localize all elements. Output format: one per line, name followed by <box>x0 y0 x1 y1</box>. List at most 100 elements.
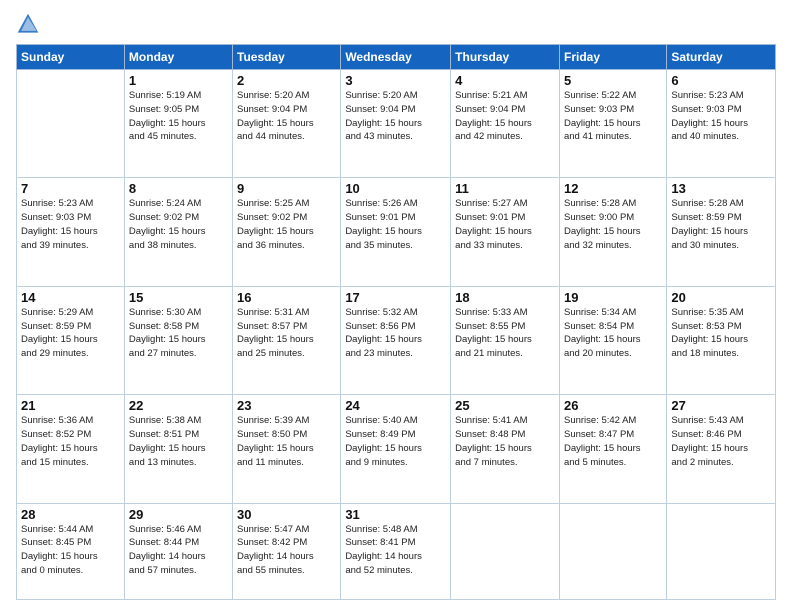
day-number: 25 <box>455 398 555 413</box>
calendar-cell: 8Sunrise: 5:24 AMSunset: 9:02 PMDaylight… <box>124 178 232 286</box>
logo <box>16 12 44 36</box>
day-info: Sunrise: 5:38 AMSunset: 8:51 PMDaylight:… <box>129 414 228 469</box>
day-number: 8 <box>129 181 228 196</box>
calendar-cell: 20Sunrise: 5:35 AMSunset: 8:53 PMDayligh… <box>667 286 776 394</box>
day-info: Sunrise: 5:47 AMSunset: 8:42 PMDaylight:… <box>237 523 336 578</box>
day-number: 15 <box>129 290 228 305</box>
day-info: Sunrise: 5:21 AMSunset: 9:04 PMDaylight:… <box>455 89 555 144</box>
calendar-cell: 3Sunrise: 5:20 AMSunset: 9:04 PMDaylight… <box>341 70 451 178</box>
calendar-cell: 6Sunrise: 5:23 AMSunset: 9:03 PMDaylight… <box>667 70 776 178</box>
calendar-cell <box>559 503 666 599</box>
weekday-header-thursday: Thursday <box>451 45 560 70</box>
day-number: 21 <box>21 398 120 413</box>
weekday-header-wednesday: Wednesday <box>341 45 451 70</box>
calendar-week-row: 14Sunrise: 5:29 AMSunset: 8:59 PMDayligh… <box>17 286 776 394</box>
day-info: Sunrise: 5:26 AMSunset: 9:01 PMDaylight:… <box>345 197 446 252</box>
calendar-week-row: 28Sunrise: 5:44 AMSunset: 8:45 PMDayligh… <box>17 503 776 599</box>
day-info: Sunrise: 5:40 AMSunset: 8:49 PMDaylight:… <box>345 414 446 469</box>
calendar-week-row: 21Sunrise: 5:36 AMSunset: 8:52 PMDayligh… <box>17 395 776 503</box>
calendar-cell: 4Sunrise: 5:21 AMSunset: 9:04 PMDaylight… <box>451 70 560 178</box>
day-number: 31 <box>345 507 446 522</box>
day-number: 1 <box>129 73 228 88</box>
day-number: 11 <box>455 181 555 196</box>
day-number: 2 <box>237 73 336 88</box>
weekday-header-row: SundayMondayTuesdayWednesdayThursdayFrid… <box>17 45 776 70</box>
calendar-cell: 22Sunrise: 5:38 AMSunset: 8:51 PMDayligh… <box>124 395 232 503</box>
calendar-cell: 17Sunrise: 5:32 AMSunset: 8:56 PMDayligh… <box>341 286 451 394</box>
day-info: Sunrise: 5:34 AMSunset: 8:54 PMDaylight:… <box>564 306 662 361</box>
calendar-cell: 31Sunrise: 5:48 AMSunset: 8:41 PMDayligh… <box>341 503 451 599</box>
day-info: Sunrise: 5:19 AMSunset: 9:05 PMDaylight:… <box>129 89 228 144</box>
day-info: Sunrise: 5:25 AMSunset: 9:02 PMDaylight:… <box>237 197 336 252</box>
weekday-header-monday: Monday <box>124 45 232 70</box>
day-info: Sunrise: 5:36 AMSunset: 8:52 PMDaylight:… <box>21 414 120 469</box>
day-number: 24 <box>345 398 446 413</box>
day-number: 16 <box>237 290 336 305</box>
day-info: Sunrise: 5:35 AMSunset: 8:53 PMDaylight:… <box>671 306 771 361</box>
calendar-cell: 10Sunrise: 5:26 AMSunset: 9:01 PMDayligh… <box>341 178 451 286</box>
calendar-cell: 18Sunrise: 5:33 AMSunset: 8:55 PMDayligh… <box>451 286 560 394</box>
day-info: Sunrise: 5:44 AMSunset: 8:45 PMDaylight:… <box>21 523 120 578</box>
day-number: 20 <box>671 290 771 305</box>
day-info: Sunrise: 5:20 AMSunset: 9:04 PMDaylight:… <box>237 89 336 144</box>
day-number: 6 <box>671 73 771 88</box>
day-number: 4 <box>455 73 555 88</box>
day-info: Sunrise: 5:24 AMSunset: 9:02 PMDaylight:… <box>129 197 228 252</box>
day-number: 19 <box>564 290 662 305</box>
day-info: Sunrise: 5:42 AMSunset: 8:47 PMDaylight:… <box>564 414 662 469</box>
day-number: 23 <box>237 398 336 413</box>
calendar-cell: 19Sunrise: 5:34 AMSunset: 8:54 PMDayligh… <box>559 286 666 394</box>
day-info: Sunrise: 5:48 AMSunset: 8:41 PMDaylight:… <box>345 523 446 578</box>
day-info: Sunrise: 5:28 AMSunset: 8:59 PMDaylight:… <box>671 197 771 252</box>
calendar-cell: 5Sunrise: 5:22 AMSunset: 9:03 PMDaylight… <box>559 70 666 178</box>
page: SundayMondayTuesdayWednesdayThursdayFrid… <box>0 0 792 612</box>
calendar-cell <box>451 503 560 599</box>
calendar-cell: 28Sunrise: 5:44 AMSunset: 8:45 PMDayligh… <box>17 503 125 599</box>
calendar-cell: 2Sunrise: 5:20 AMSunset: 9:04 PMDaylight… <box>233 70 341 178</box>
day-number: 28 <box>21 507 120 522</box>
day-number: 14 <box>21 290 120 305</box>
calendar-cell: 27Sunrise: 5:43 AMSunset: 8:46 PMDayligh… <box>667 395 776 503</box>
day-number: 10 <box>345 181 446 196</box>
weekday-header-sunday: Sunday <box>17 45 125 70</box>
calendar-cell: 16Sunrise: 5:31 AMSunset: 8:57 PMDayligh… <box>233 286 341 394</box>
day-info: Sunrise: 5:30 AMSunset: 8:58 PMDaylight:… <box>129 306 228 361</box>
day-number: 30 <box>237 507 336 522</box>
day-number: 7 <box>21 181 120 196</box>
day-number: 17 <box>345 290 446 305</box>
calendar-cell: 24Sunrise: 5:40 AMSunset: 8:49 PMDayligh… <box>341 395 451 503</box>
day-info: Sunrise: 5:46 AMSunset: 8:44 PMDaylight:… <box>129 523 228 578</box>
calendar-cell: 11Sunrise: 5:27 AMSunset: 9:01 PMDayligh… <box>451 178 560 286</box>
weekday-header-saturday: Saturday <box>667 45 776 70</box>
day-number: 12 <box>564 181 662 196</box>
day-number: 27 <box>671 398 771 413</box>
calendar-week-row: 7Sunrise: 5:23 AMSunset: 9:03 PMDaylight… <box>17 178 776 286</box>
calendar-week-row: 1Sunrise: 5:19 AMSunset: 9:05 PMDaylight… <box>17 70 776 178</box>
weekday-header-friday: Friday <box>559 45 666 70</box>
day-info: Sunrise: 5:43 AMSunset: 8:46 PMDaylight:… <box>671 414 771 469</box>
day-number: 9 <box>237 181 336 196</box>
calendar-cell: 13Sunrise: 5:28 AMSunset: 8:59 PMDayligh… <box>667 178 776 286</box>
day-number: 5 <box>564 73 662 88</box>
logo-icon <box>16 12 40 36</box>
day-number: 13 <box>671 181 771 196</box>
calendar-cell: 14Sunrise: 5:29 AMSunset: 8:59 PMDayligh… <box>17 286 125 394</box>
day-number: 3 <box>345 73 446 88</box>
calendar-cell: 25Sunrise: 5:41 AMSunset: 8:48 PMDayligh… <box>451 395 560 503</box>
calendar-cell: 12Sunrise: 5:28 AMSunset: 9:00 PMDayligh… <box>559 178 666 286</box>
calendar-cell <box>667 503 776 599</box>
day-info: Sunrise: 5:29 AMSunset: 8:59 PMDaylight:… <box>21 306 120 361</box>
day-number: 22 <box>129 398 228 413</box>
day-info: Sunrise: 5:33 AMSunset: 8:55 PMDaylight:… <box>455 306 555 361</box>
day-info: Sunrise: 5:23 AMSunset: 9:03 PMDaylight:… <box>21 197 120 252</box>
calendar-cell: 26Sunrise: 5:42 AMSunset: 8:47 PMDayligh… <box>559 395 666 503</box>
day-info: Sunrise: 5:31 AMSunset: 8:57 PMDaylight:… <box>237 306 336 361</box>
day-info: Sunrise: 5:27 AMSunset: 9:01 PMDaylight:… <box>455 197 555 252</box>
calendar-cell: 15Sunrise: 5:30 AMSunset: 8:58 PMDayligh… <box>124 286 232 394</box>
calendar-cell: 30Sunrise: 5:47 AMSunset: 8:42 PMDayligh… <box>233 503 341 599</box>
day-info: Sunrise: 5:39 AMSunset: 8:50 PMDaylight:… <box>237 414 336 469</box>
calendar-cell <box>17 70 125 178</box>
calendar-cell: 7Sunrise: 5:23 AMSunset: 9:03 PMDaylight… <box>17 178 125 286</box>
day-info: Sunrise: 5:23 AMSunset: 9:03 PMDaylight:… <box>671 89 771 144</box>
calendar-cell: 1Sunrise: 5:19 AMSunset: 9:05 PMDaylight… <box>124 70 232 178</box>
